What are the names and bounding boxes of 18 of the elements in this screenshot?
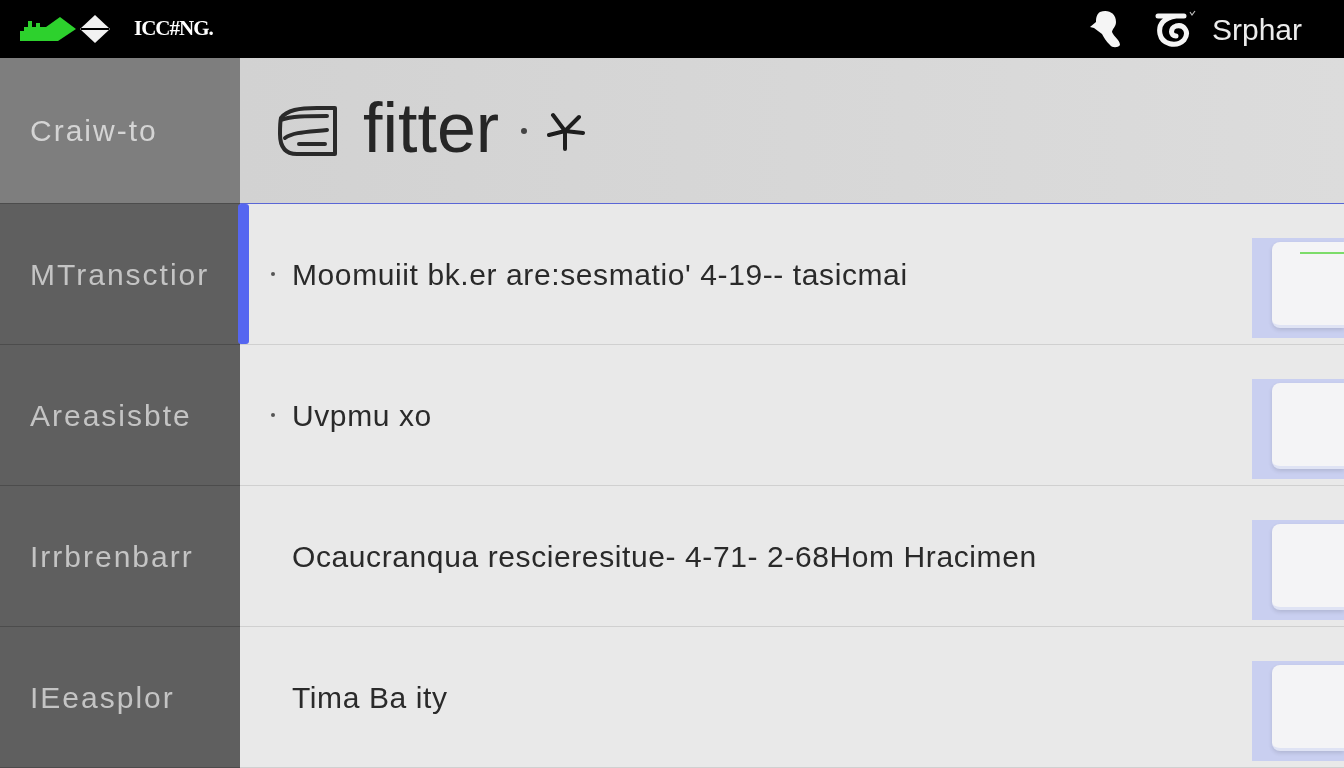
row-action-button[interactable] bbox=[1252, 379, 1344, 479]
list-item-text: Uvpmu xo bbox=[292, 397, 432, 434]
diamond-icon bbox=[80, 15, 110, 43]
user-name: Srphar bbox=[1211, 11, 1302, 48]
swirl-logo-icon bbox=[1153, 10, 1198, 48]
row-action-button[interactable] bbox=[1252, 520, 1344, 620]
dot-icon bbox=[521, 127, 528, 134]
app-name: ICC#NG. bbox=[134, 15, 213, 43]
arrow-bars-icon bbox=[20, 17, 76, 41]
list-item-text: Ocaucranqua rescieresitue- 4-71- 2-68Hom Hracimen bbox=[292, 538, 1037, 575]
sidebar-item[interactable]: Craiw-to bbox=[0, 58, 240, 204]
list-item-text: Tima Ba ity bbox=[292, 679, 448, 716]
list-item-text: Moomuiit bk.er are:sesmatio' 4-19-- tasicmai bbox=[292, 256, 908, 293]
stacked-tray-icon bbox=[277, 103, 339, 158]
asterisk-icon bbox=[545, 110, 586, 151]
page-title: fitter bbox=[363, 92, 500, 169]
row-action-button[interactable] bbox=[1252, 238, 1344, 338]
row-action-button[interactable] bbox=[1252, 661, 1344, 761]
